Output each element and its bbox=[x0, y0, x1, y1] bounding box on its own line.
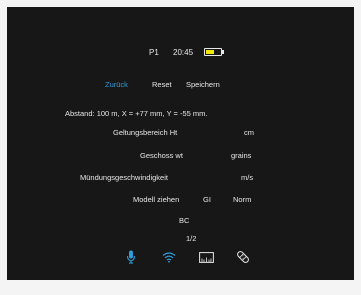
bandage-icon[interactable] bbox=[236, 250, 250, 264]
model-option[interactable]: Norm bbox=[233, 195, 251, 205]
reset-button[interactable]: Reset bbox=[152, 80, 172, 90]
device-screen: P1 20:45 Zurück Reset Speichern Abstand:… bbox=[7, 7, 354, 280]
profile-label: P1 bbox=[149, 48, 159, 57]
ruler-icon[interactable] bbox=[199, 252, 214, 263]
battery-icon bbox=[204, 48, 222, 56]
velocity-unit[interactable]: m/s bbox=[241, 173, 253, 183]
model-value[interactable]: GI bbox=[203, 195, 211, 205]
page-indicator: 1/2 bbox=[186, 234, 197, 243]
model-label: Modell ziehen bbox=[133, 195, 180, 204]
range-unit[interactable]: cm bbox=[244, 128, 254, 138]
back-button[interactable]: Zurück bbox=[105, 80, 128, 90]
bc-label: BC bbox=[179, 216, 190, 225]
distance-readout: Abstand: 100 m, X = +77 mm, Y = -55 mm. bbox=[65, 109, 208, 118]
battery-level bbox=[206, 50, 214, 54]
clock: 20:45 bbox=[173, 48, 194, 57]
wifi-icon[interactable] bbox=[162, 251, 176, 263]
range-label: Geltungsbereich Ht bbox=[113, 128, 178, 137]
weight-label: Geschoss wt bbox=[140, 151, 183, 160]
battery-tip bbox=[222, 50, 224, 54]
velocity-label: Mündungsgeschwindigkeit bbox=[80, 173, 168, 182]
status-bar: P1 20:45 bbox=[7, 48, 354, 62]
microphone-icon[interactable] bbox=[126, 250, 136, 264]
weight-unit[interactable]: grains bbox=[231, 151, 251, 161]
save-button[interactable]: Speichern bbox=[186, 80, 220, 90]
